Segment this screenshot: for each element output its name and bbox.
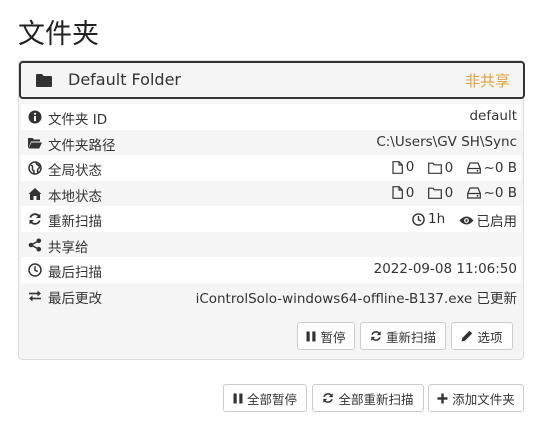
folder-path-value: C:\Users\GV SH\Sync [376, 133, 517, 150]
pause-all-button[interactable]: 全部暂停 [223, 384, 307, 412]
folder-open-icon [28, 137, 42, 148]
refresh-icon [29, 213, 41, 225]
rescan-all-label: 全部重新扫描 [338, 391, 414, 407]
local-files-count: 0 [405, 184, 415, 201]
rescan-all-button[interactable]: 全部重新扫描 [312, 384, 424, 412]
row-label: 重新扫描 [48, 214, 102, 230]
rescan-value: 1h 已启用 [412, 210, 517, 230]
row-label: 文件夹 ID [48, 112, 108, 128]
global-files-count: 0 [405, 159, 415, 175]
pencil-icon [462, 330, 473, 342]
rescan-button[interactable]: 重新扫描 [360, 322, 446, 350]
folder-id-value: default [469, 108, 517, 124]
clock-icon [412, 212, 425, 226]
row-shared-with: 共享给 [21, 231, 521, 257]
rescan-interval: 1h [428, 211, 446, 227]
globe-icon [28, 161, 42, 175]
row-last-change: 最后更改 iControlSolo-windows64-offline-B137… [21, 282, 521, 308]
pause-icon [306, 331, 316, 341]
refresh-icon [371, 331, 381, 341]
global-size: ~0 B [483, 159, 517, 176]
row-folder-id: 文件夹 ID default [21, 104, 521, 130]
global-state-value: 0 0 ~0 B [392, 159, 517, 178]
eye-icon [459, 216, 473, 224]
local-dirs-count: 0 [444, 185, 454, 201]
pause-button[interactable]: 暂停 [297, 322, 355, 350]
rescan-label: 重新扫描 [385, 329, 436, 345]
hdd-icon [466, 187, 481, 199]
last-change-value: iControlSolo-windows64-offline-B137.exe … [195, 290, 517, 307]
info-icon [28, 110, 42, 124]
pause-label: 暂停 [320, 329, 346, 345]
refresh-icon [323, 393, 334, 403]
clock-icon [28, 263, 42, 277]
row-label: 最后更改 [48, 290, 102, 307]
add-folder-label: 添加文件夹 [452, 391, 515, 407]
options-label: 选项 [477, 329, 503, 345]
share-status: 非共享 [464, 72, 510, 90]
folder-details: 文件夹 ID default 文件夹路径 C:\Users\GV SH\Sync… [21, 104, 521, 308]
share-icon [28, 238, 42, 251]
row-folder-path: 文件夹路径 C:\Users\GV SH\Sync [21, 129, 521, 155]
hdd-icon [466, 161, 481, 174]
last-scan-value: 2022-09-08 11:06:50 [373, 261, 517, 277]
row-rescan: 重新扫描 1h 已启用 [21, 206, 521, 232]
folder-panel: Default Folder 非共享 文件夹 ID default 文件夹路径 … [18, 60, 525, 360]
plus-icon [437, 393, 448, 403]
page-title: 文件夹 [18, 19, 99, 50]
options-button[interactable]: 选项 [451, 322, 513, 350]
row-label: 文件夹路径 [48, 137, 116, 154]
row-last-scan: 最后扫描 2022-09-08 11:06:50 [21, 257, 521, 283]
global-dirs-count: 0 [444, 159, 454, 176]
local-size: ~0 B [483, 185, 517, 201]
row-label: 全局状态 [48, 163, 102, 179]
folder-header[interactable]: Default Folder 非共享 [19, 61, 525, 99]
home-icon [28, 187, 42, 200]
row-label: 共享给 [48, 239, 89, 256]
row-label: 最后扫描 [48, 265, 102, 281]
folder-icon [36, 74, 52, 87]
folder-outline-icon [427, 162, 442, 174]
pause-icon [233, 393, 243, 403]
row-local-state: 本地状态 0 0 ~0 B [21, 180, 521, 206]
add-folder-button[interactable]: 添加文件夹 [428, 384, 524, 412]
exchange-icon [29, 290, 41, 301]
file-icon [392, 186, 403, 199]
folder-name: Default Folder [68, 70, 181, 89]
pause-all-label: 全部暂停 [246, 391, 297, 407]
file-icon [392, 160, 403, 174]
row-label: 本地状态 [48, 188, 102, 205]
folder-outline-icon [427, 187, 442, 199]
local-state-value: 0 0 ~0 B [392, 185, 517, 204]
row-global-state: 全局状态 0 0 ~0 B [21, 155, 521, 181]
watch-status: 已启用 [476, 214, 518, 230]
